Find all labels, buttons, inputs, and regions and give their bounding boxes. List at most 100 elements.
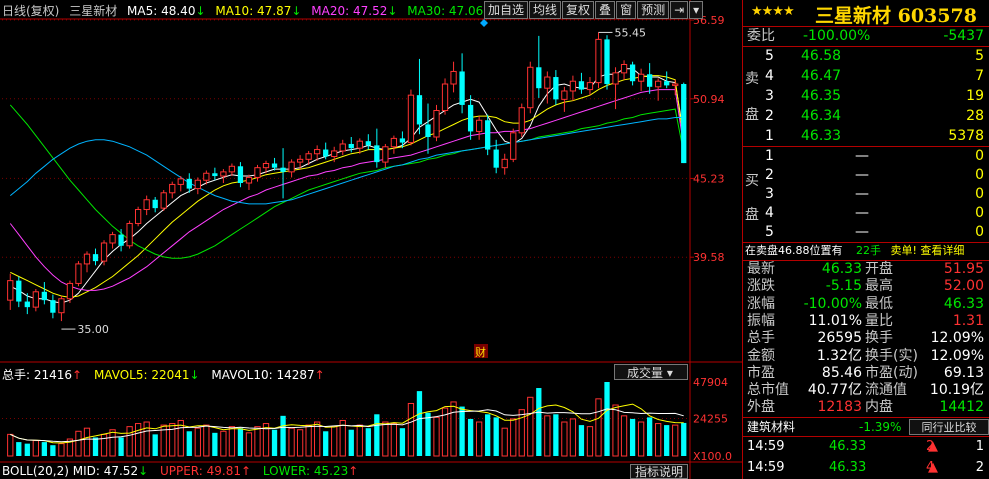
- level-number: 4: [765, 205, 774, 221]
- quote-row: 最新 46.33 开盘 51.95: [743, 261, 989, 278]
- buy-level-row[interactable]: 3 — 0: [743, 185, 989, 203]
- level-volume: 5378: [948, 128, 984, 144]
- candle-body-down: [41, 291, 48, 301]
- ma-button[interactable]: 均线: [529, 1, 562, 19]
- volume-bar-down: [493, 417, 499, 456]
- overlay-button[interactable]: 叠: [595, 1, 616, 19]
- volume-bar-down: [118, 437, 124, 456]
- candle-body-up: [356, 140, 363, 149]
- indicator-help-button[interactable]: 指标说明: [630, 464, 688, 479]
- candle-body-up: [339, 143, 346, 152]
- sell-level-row[interactable]: 3 46.35 19: [743, 87, 989, 105]
- candle-body-up: [527, 66, 534, 109]
- candle-body-up: [220, 171, 227, 177]
- candle-body-up: [245, 176, 253, 184]
- sell-level-row[interactable]: 5 46.58 5: [743, 47, 989, 65]
- wei-bi-pct: -100.00%: [803, 28, 871, 44]
- level-price: —: [855, 148, 869, 164]
- quote-label: 振幅: [747, 312, 775, 329]
- sell-level-row[interactable]: 4 46.47 7: [743, 67, 989, 85]
- tick-volume: 4 ▲: [926, 459, 938, 477]
- order-alert[interactable]: 在卖盘46.88位置有 22手 卖单! 查看详细: [745, 243, 988, 259]
- chart-toolbar: 加自选 均线 复权 叠 窗 预测 ⇥ ▾: [484, 1, 704, 19]
- volume-bar-up: [510, 418, 517, 457]
- volume-bar-up: [433, 416, 440, 457]
- price-axis-label: 39.58: [693, 251, 725, 264]
- volume-bar-down: [16, 442, 22, 456]
- volume-indicator-select[interactable]: 成交量 ▾: [614, 364, 688, 380]
- tick-volume-value: 4: [926, 460, 935, 475]
- quote-value: 40.77亿: [807, 382, 862, 399]
- candle-body-up: [407, 94, 415, 144]
- alert-detail-link[interactable]: 卖单! 查看详细: [891, 244, 965, 257]
- candle-body-up: [32, 291, 39, 308]
- industry-compare-button[interactable]: 同行业比较: [909, 419, 989, 435]
- quote-value: 46.33: [821, 261, 862, 277]
- candle-body-up: [382, 146, 389, 163]
- candle-body-up: [612, 72, 619, 85]
- candle-body-down: [399, 138, 406, 143]
- volume-bar-up: [672, 424, 679, 457]
- volume-axis-label: 24255: [693, 413, 728, 426]
- adjust-button[interactable]: 复权: [562, 1, 595, 19]
- volume-bar-up: [83, 427, 91, 457]
- volume-bar-down: [271, 429, 278, 456]
- pin-icon[interactable]: ⇥: [670, 1, 689, 19]
- sell-level-row[interactable]: 2 46.34 28: [743, 107, 989, 125]
- level-price: 46.33: [801, 128, 842, 144]
- add-watchlist-button[interactable]: 加自选: [484, 1, 529, 19]
- industry-name[interactable]: 建筑材料: [747, 418, 795, 436]
- quote-label: 最低: [865, 295, 893, 312]
- volume-bar-up: [331, 426, 338, 457]
- window-button[interactable]: 窗: [616, 1, 637, 19]
- candle-body-up: [637, 73, 645, 82]
- volume-bar-down: [664, 425, 670, 456]
- buy-level-row[interactable]: 4 — 0: [743, 204, 989, 222]
- level-volume: 7: [975, 68, 984, 84]
- level-number: 1: [765, 128, 774, 144]
- volume-bar-up: [586, 426, 594, 457]
- chevron-down-icon: ▾: [666, 366, 673, 380]
- volume-bar-up: [620, 415, 628, 457]
- volume-bar-up: [527, 396, 534, 457]
- tick-volume-value: 2: [926, 439, 935, 454]
- forecast-button[interactable]: 预测: [637, 1, 670, 19]
- candle-body-down: [629, 64, 636, 82]
- quote-label: 量比: [865, 312, 893, 329]
- quote-label: 换手(实): [865, 347, 918, 364]
- volume-bar-up: [501, 427, 508, 457]
- candle-body-down: [348, 143, 354, 149]
- candle-body-up: [296, 158, 304, 163]
- chart-canvas[interactable]: 56.5950.9445.2339.5855.4535.00财479042425…: [0, 0, 742, 479]
- candle-body-down: [416, 95, 423, 125]
- ma-legend: 日线(复权) 三星新材 MA5: 48.40↓ MA10: 47.87↓ MA2…: [2, 2, 520, 18]
- wei-bi-row: 委比 -100.00% -5437: [743, 27, 989, 45]
- volume-bar-down: [485, 414, 491, 456]
- quote-row: 涨幅 -10.00% 最低 46.33: [743, 296, 989, 313]
- candle-body-down: [459, 71, 465, 105]
- buy-level-row[interactable]: 1 — 0: [743, 147, 989, 165]
- buy-level-row[interactable]: 5 — 0: [743, 223, 989, 241]
- candle-body-up: [228, 165, 236, 173]
- candle-body-down: [50, 300, 56, 313]
- level-volume: 0: [975, 186, 984, 202]
- quote-label: 最新: [747, 261, 775, 277]
- volume-bar-up: [169, 423, 176, 457]
- sell-level-row[interactable]: 1 46.33 5378: [743, 127, 989, 145]
- boll-mid-label: BOLL(20,2) MID: 47.52↓: [2, 464, 149, 478]
- quote-label: 最高: [865, 278, 893, 295]
- chevron-down-icon[interactable]: ▾: [689, 1, 704, 19]
- volume-bar-down: [646, 417, 653, 456]
- buy-level-row[interactable]: 2 — 0: [743, 166, 989, 184]
- quote-value: 10.19亿: [929, 382, 984, 399]
- level-price: 46.47: [801, 68, 842, 84]
- rating-stars: ★★★★: [751, 4, 795, 19]
- level-price: —: [855, 167, 869, 183]
- candle-body-up: [194, 179, 201, 190]
- candle-body-up: [475, 119, 483, 132]
- wei-bi-diff: -5437: [943, 28, 984, 44]
- divider: [743, 436, 989, 437]
- volume-bar-up: [544, 415, 551, 457]
- kline-chart-area[interactable]: 56.59 50.94 45.23 39.58 55.45 35.00 财 47904 2425…: [0, 0, 742, 479]
- volume-bar-up: [228, 426, 236, 457]
